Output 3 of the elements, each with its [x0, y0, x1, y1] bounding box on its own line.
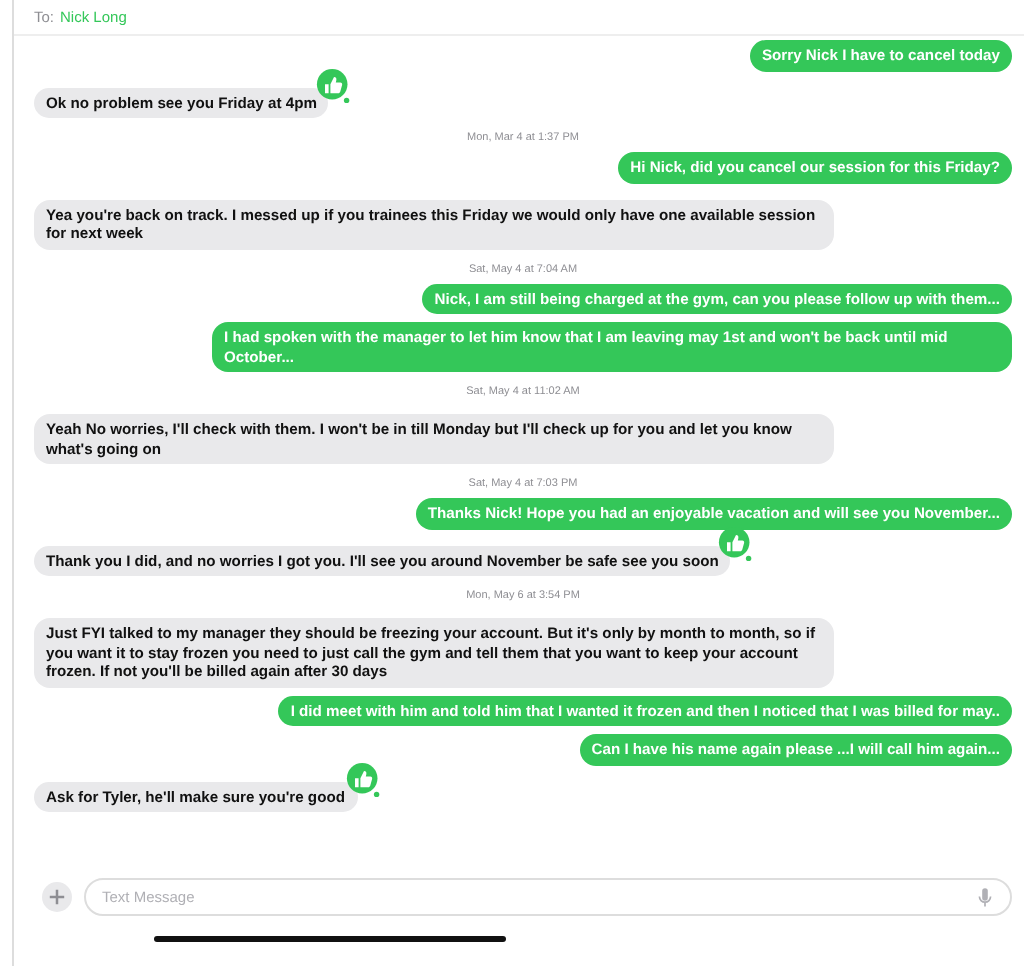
plus-icon [48, 888, 66, 906]
microphone-icon[interactable] [978, 888, 992, 908]
add-button[interactable] [42, 882, 72, 912]
